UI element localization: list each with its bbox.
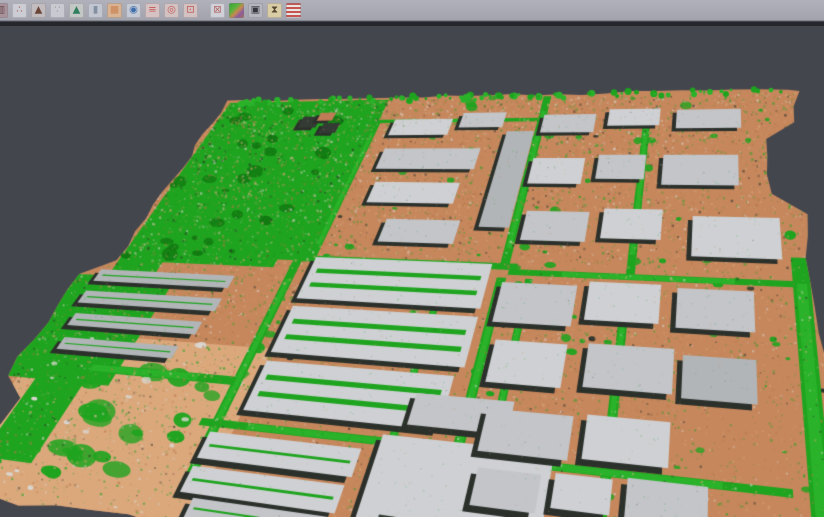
red-selection-icon-glyph: ⊡ <box>186 2 194 17</box>
green-hill-icon-glyph: ▲ <box>73 2 81 17</box>
red-target-icon[interactable]: ◎ <box>164 3 179 18</box>
red-selection-icon[interactable]: ⊡ <box>183 3 198 18</box>
cross-section-icon[interactable]: ▥ <box>0 3 8 18</box>
camera-icon-glyph: ▣ <box>251 2 260 17</box>
3d-viewport-canvas[interactable] <box>0 26 824 517</box>
green-hill-icon[interactable]: ▲ <box>69 3 84 18</box>
cross-section-icon-glyph: ▥ <box>0 2 5 17</box>
profile-block-icon-glyph: ▮ <box>93 2 99 17</box>
red-target-icon-glyph: ◎ <box>167 2 176 17</box>
application-window: { "window": { "toolbar_bg": "#a8a9b3", "… <box>0 0 824 517</box>
sparse-points-icon-glyph: ∵ <box>54 2 60 17</box>
camera-icon[interactable]: ▣ <box>248 3 263 18</box>
classify-points-icon[interactable]: ∴ <box>12 3 27 18</box>
3d-viewport[interactable] <box>0 26 824 517</box>
sparse-points-icon[interactable]: ∵ <box>50 3 65 18</box>
classify-points-icon-glyph: ∴ <box>16 2 22 17</box>
zoom-extent-icon[interactable]: ⊠ <box>210 3 225 18</box>
terrain-mound-icon[interactable]: ▲ <box>31 3 46 18</box>
ortho-image-icon-glyph: ■ <box>110 2 119 17</box>
ortho-image-icon[interactable]: ■ <box>107 3 122 18</box>
red-list-icon[interactable]: ≡ <box>145 3 160 18</box>
terrain-mound-icon-glyph: ▲ <box>35 2 43 17</box>
toolbar-icon-group: ▥ ∴ ▲ ∵ ▲ ▮ ■ ◉ ≡ ◎ ⊡ ⊠ ▣ ⧗ <box>0 3 303 18</box>
globe-icon[interactable]: ◉ <box>126 3 141 18</box>
classification-colors-icon[interactable] <box>229 3 244 18</box>
profile-block-icon[interactable]: ▮ <box>88 3 103 18</box>
hourglass-icon[interactable]: ⧗ <box>267 3 282 18</box>
hourglass-icon-glyph: ⧗ <box>271 2 278 17</box>
toolbar: ▥ ∴ ▲ ∵ ▲ ▮ ■ ◉ ≡ ◎ ⊡ ⊠ ▣ ⧗ <box>0 0 824 21</box>
red-list-icon-glyph: ≡ <box>148 2 156 17</box>
zoom-extent-icon-glyph: ⊠ <box>213 2 221 17</box>
section-layers-icon[interactable] <box>286 3 301 18</box>
globe-icon-glyph: ◉ <box>129 2 138 17</box>
